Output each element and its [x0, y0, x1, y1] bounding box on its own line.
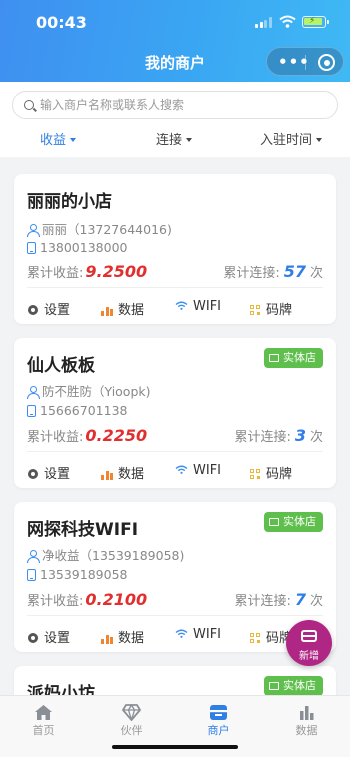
qrcode-icon	[250, 305, 261, 316]
wifi-button[interactable]: WIFI	[175, 627, 221, 642]
store-add-icon	[301, 630, 317, 642]
merchant-contact: 防不胜防（Yioopk)	[27, 381, 151, 400]
app-header: 00:43 ⚡ 我的商户 •••	[0, 0, 350, 82]
connections-stat: 累计连接: 57 次	[223, 262, 323, 281]
tab-partners[interactable]: 伙伴	[88, 696, 175, 741]
sort-tab-join-time[interactable]: 入驻时间	[260, 129, 323, 148]
bar-chart-icon	[101, 469, 113, 480]
store-type-badge: 实体店	[264, 348, 323, 368]
sort-tab-earnings[interactable]: 收益	[40, 129, 77, 148]
wifi-icon	[175, 301, 188, 310]
merchant-name: 丽丽的小店	[27, 192, 112, 212]
settings-button[interactable]: 设置	[27, 463, 70, 482]
merchant-contact: 净收益（13539189058)	[27, 545, 184, 564]
battery-icon: ⚡	[302, 16, 329, 28]
earnings-value: 0.2100	[85, 590, 148, 609]
gear-icon	[27, 304, 39, 316]
wifi-icon	[175, 465, 188, 474]
home-indicator	[112, 745, 238, 749]
status-time: 00:43	[36, 13, 87, 32]
gear-icon	[27, 632, 39, 644]
merchant-card[interactable]: 丽丽的小店 丽丽（13727644016) 13800138000 累计收益: 9…	[14, 174, 336, 324]
settings-button[interactable]: 设置	[27, 627, 70, 646]
wifi-status-icon	[279, 15, 296, 28]
merchant-card[interactable]: 网探科技WIFI 实体店 净收益（13539189058) 1353918905…	[14, 502, 336, 652]
bar-chart-icon	[101, 305, 113, 316]
tab-merchants[interactable]: 商户	[175, 696, 262, 741]
merchant-contact: 丽丽（13727644016)	[27, 219, 172, 238]
caret-down-icon	[70, 138, 77, 142]
person-icon	[27, 386, 40, 399]
earnings-value: 0.2250	[85, 426, 148, 445]
bar-chart-icon	[300, 706, 314, 720]
data-button[interactable]: 数据	[101, 627, 144, 646]
settings-button[interactable]: 设置	[27, 299, 70, 318]
merchant-name: 仙人板板	[27, 356, 95, 376]
data-button[interactable]: 数据	[101, 299, 144, 318]
merchant-name: 网探科技WIFI	[27, 520, 139, 540]
qrcode-button[interactable]: 码牌	[250, 463, 292, 482]
tab-data[interactable]: 数据	[263, 696, 350, 741]
store-icon	[269, 682, 279, 690]
search-icon	[24, 100, 34, 110]
caret-down-icon	[186, 138, 193, 142]
connections-stat: 累计连接: 3 次	[234, 426, 323, 445]
wifi-icon	[175, 629, 188, 638]
cellular-signal-icon	[255, 17, 272, 28]
add-merchant-label: 新增	[299, 651, 319, 662]
connections-value: 3	[294, 426, 306, 445]
qrcode-icon	[250, 469, 261, 480]
close-miniprogram-icon[interactable]	[318, 54, 335, 71]
home-icon	[35, 705, 52, 720]
diamond-icon	[122, 704, 141, 721]
qrcode-button[interactable]: 码牌	[250, 299, 292, 318]
earnings-stat: 累计收益: 0.2250	[27, 426, 148, 445]
earnings-stat: 累计收益: 0.2100	[27, 590, 148, 609]
sort-tab-connections[interactable]: 连接	[156, 129, 193, 148]
bar-chart-icon	[101, 633, 113, 644]
search-input[interactable]	[40, 92, 330, 118]
connections-stat: 累计连接: 7 次	[234, 590, 323, 609]
store-icon	[269, 518, 279, 526]
store-icon	[269, 354, 279, 362]
caret-down-icon	[316, 138, 323, 142]
status-bar: 00:43 ⚡	[0, 0, 350, 44]
filter-area: 收益 连接 入驻时间	[0, 82, 350, 157]
tab-home[interactable]: 首页	[0, 696, 87, 741]
person-icon	[27, 550, 40, 563]
store-type-badge: 实体店	[264, 512, 323, 532]
shop-icon	[210, 705, 227, 720]
add-merchant-button[interactable]: 新增	[286, 620, 332, 666]
connections-value: 57	[283, 262, 306, 281]
miniprogram-capsule: •••	[266, 47, 344, 76]
earnings-value: 9.2500	[85, 262, 148, 281]
store-type-badge: 实体店	[264, 676, 323, 696]
earnings-stat: 累计收益: 9.2500	[27, 262, 148, 281]
gear-icon	[27, 468, 39, 480]
wifi-button[interactable]: WIFI	[175, 299, 221, 314]
wifi-button[interactable]: WIFI	[175, 463, 221, 478]
search-bar[interactable]	[12, 91, 338, 119]
phone-icon	[27, 569, 36, 581]
merchant-phone: 15666701138	[27, 403, 127, 418]
merchant-phone: 13539189058	[27, 567, 127, 582]
phone-icon	[27, 405, 36, 417]
qrcode-icon	[250, 633, 261, 644]
merchant-phone: 13800138000	[27, 240, 127, 255]
person-icon	[27, 224, 40, 237]
merchant-card[interactable]: 仙人板板 实体店 防不胜防（Yioopk) 15666701138 累计收益: 0…	[14, 338, 336, 488]
connections-value: 7	[294, 590, 306, 609]
data-button[interactable]: 数据	[101, 463, 144, 482]
phone-icon	[27, 242, 36, 254]
